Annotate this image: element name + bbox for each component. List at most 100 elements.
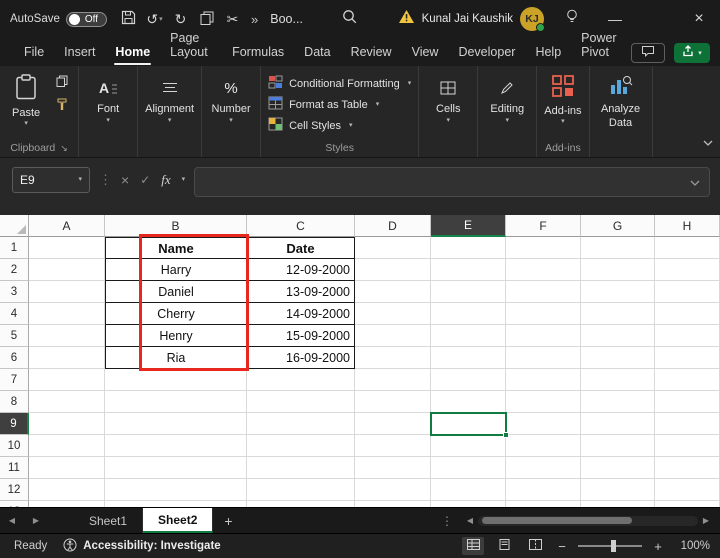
share-button[interactable]: ▾ [674, 43, 710, 63]
select-all-corner[interactable] [0, 215, 29, 237]
cell-C8[interactable] [247, 391, 355, 413]
row-header-4[interactable]: 4 [0, 303, 29, 325]
scrollbar-thumb[interactable] [482, 517, 632, 524]
cell-A12[interactable] [29, 479, 105, 501]
cell-D9[interactable] [355, 413, 431, 435]
cell-H9[interactable] [655, 413, 720, 435]
cell-C1[interactable]: Date [247, 237, 355, 259]
row-header-12[interactable]: 12 [0, 479, 29, 501]
sheet-bar-grip-icon[interactable]: ⋮ [432, 514, 462, 528]
cell-E2[interactable] [431, 259, 506, 281]
cell-F5[interactable] [506, 325, 581, 347]
cell-F12[interactable] [506, 479, 581, 501]
sheet-tab-sheet1[interactable]: Sheet1 [74, 508, 143, 533]
cell-H7[interactable] [655, 369, 720, 391]
zoom-slider-thumb[interactable] [611, 540, 616, 552]
cell-A5[interactable] [29, 325, 105, 347]
cell-G1[interactable] [581, 237, 655, 259]
format-painter-button[interactable] [53, 99, 71, 115]
cell-D10[interactable] [355, 435, 431, 457]
collapse-ribbon-button[interactable] [703, 133, 713, 151]
conditional-formatting-button[interactable]: Conditional Formatting ▾ [268, 75, 411, 92]
cell-B3[interactable]: Daniel [105, 281, 247, 303]
cell-D11[interactable] [355, 457, 431, 479]
cell-F3[interactable] [506, 281, 581, 303]
accessibility-checker[interactable]: Accessibility: Investigate [63, 538, 220, 555]
new-sheet-button[interactable]: + [213, 513, 243, 529]
cell-H5[interactable] [655, 325, 720, 347]
cell-A9[interactable] [29, 413, 105, 435]
cut-button[interactable]: ✂ [221, 5, 244, 33]
page-layout-view-button[interactable] [493, 537, 515, 555]
row-header-11[interactable]: 11 [0, 457, 29, 479]
cell-G6[interactable] [581, 347, 655, 369]
cell-H1[interactable] [655, 237, 720, 259]
cancel-button[interactable]: × [121, 172, 129, 188]
cell-A6[interactable] [29, 347, 105, 369]
cell-E13[interactable] [431, 501, 506, 507]
autosave-switch[interactable]: Off [66, 12, 107, 27]
cell-D4[interactable] [355, 303, 431, 325]
cell-G8[interactable] [581, 391, 655, 413]
cell-G7[interactable] [581, 369, 655, 391]
cell-D3[interactable] [355, 281, 431, 303]
cell-H13[interactable] [655, 501, 720, 507]
save-button[interactable] [117, 5, 140, 33]
avatar[interactable]: KJ [520, 7, 544, 31]
cell-F9[interactable] [506, 413, 581, 435]
ribbon-tab-data[interactable]: Data [294, 40, 340, 66]
copy-small-button[interactable] [53, 75, 71, 91]
ribbon-tab-home[interactable]: Home [105, 40, 160, 66]
ribbon-tab-formulas[interactable]: Formulas [222, 40, 294, 66]
cell-F7[interactable] [506, 369, 581, 391]
row-header-10[interactable]: 10 [0, 435, 29, 457]
row-header-13[interactable]: 13 [0, 501, 29, 507]
ribbon-tab-review[interactable]: Review [341, 40, 402, 66]
cell-H6[interactable] [655, 347, 720, 369]
cell-E3[interactable] [431, 281, 506, 303]
cell-F8[interactable] [506, 391, 581, 413]
ribbon-tab-insert[interactable]: Insert [54, 40, 105, 66]
cell-E1[interactable] [431, 237, 506, 259]
name-box[interactable]: E9 ▾ [12, 167, 90, 193]
column-header-B[interactable]: B [105, 215, 247, 237]
cell-B13[interactable] [105, 501, 247, 507]
row-header-9[interactable]: 9 [0, 413, 29, 435]
cell-G3[interactable] [581, 281, 655, 303]
cell-D5[interactable] [355, 325, 431, 347]
cell-G11[interactable] [581, 457, 655, 479]
column-header-E[interactable]: E [431, 215, 506, 237]
cell-C13[interactable] [247, 501, 355, 507]
column-header-H[interactable]: H [655, 215, 720, 237]
cell-G4[interactable] [581, 303, 655, 325]
ribbon-tab-view[interactable]: View [402, 40, 449, 66]
cell-C2[interactable]: 12-09-2000 [247, 259, 355, 281]
cell-H2[interactable] [655, 259, 720, 281]
alignment-collapsed-button[interactable]: Alignment ▾ [145, 72, 194, 124]
cell-B1[interactable]: Name [105, 237, 247, 259]
cell-B2[interactable]: Harry [105, 259, 247, 281]
cell-E10[interactable] [431, 435, 506, 457]
cell-F6[interactable] [506, 347, 581, 369]
scroll-right-icon[interactable]: ▶ [698, 516, 714, 525]
comments-button[interactable] [631, 43, 665, 63]
cell-D12[interactable] [355, 479, 431, 501]
cell-E5[interactable] [431, 325, 506, 347]
zoom-out-button[interactable]: − [555, 539, 569, 554]
cell-H3[interactable] [655, 281, 720, 303]
cell-H11[interactable] [655, 457, 720, 479]
cell-F4[interactable] [506, 303, 581, 325]
row-header-5[interactable]: 5 [0, 325, 29, 347]
cell-G13[interactable] [581, 501, 655, 507]
autosave-toggle[interactable]: AutoSave Off [10, 12, 107, 27]
scrollbar-track[interactable] [478, 516, 698, 526]
formula-bar-grip-icon[interactable]: ⋮ [99, 167, 112, 193]
cell-D1[interactable] [355, 237, 431, 259]
cell-A2[interactable] [29, 259, 105, 281]
sheet-nav-right-icon[interactable]: ▶ [24, 516, 48, 525]
cell-B8[interactable] [105, 391, 247, 413]
number-collapsed-button[interactable]: % Number ▾ [209, 72, 253, 124]
cell-F13[interactable] [506, 501, 581, 507]
cell-H10[interactable] [655, 435, 720, 457]
row-header-6[interactable]: 6 [0, 347, 29, 369]
